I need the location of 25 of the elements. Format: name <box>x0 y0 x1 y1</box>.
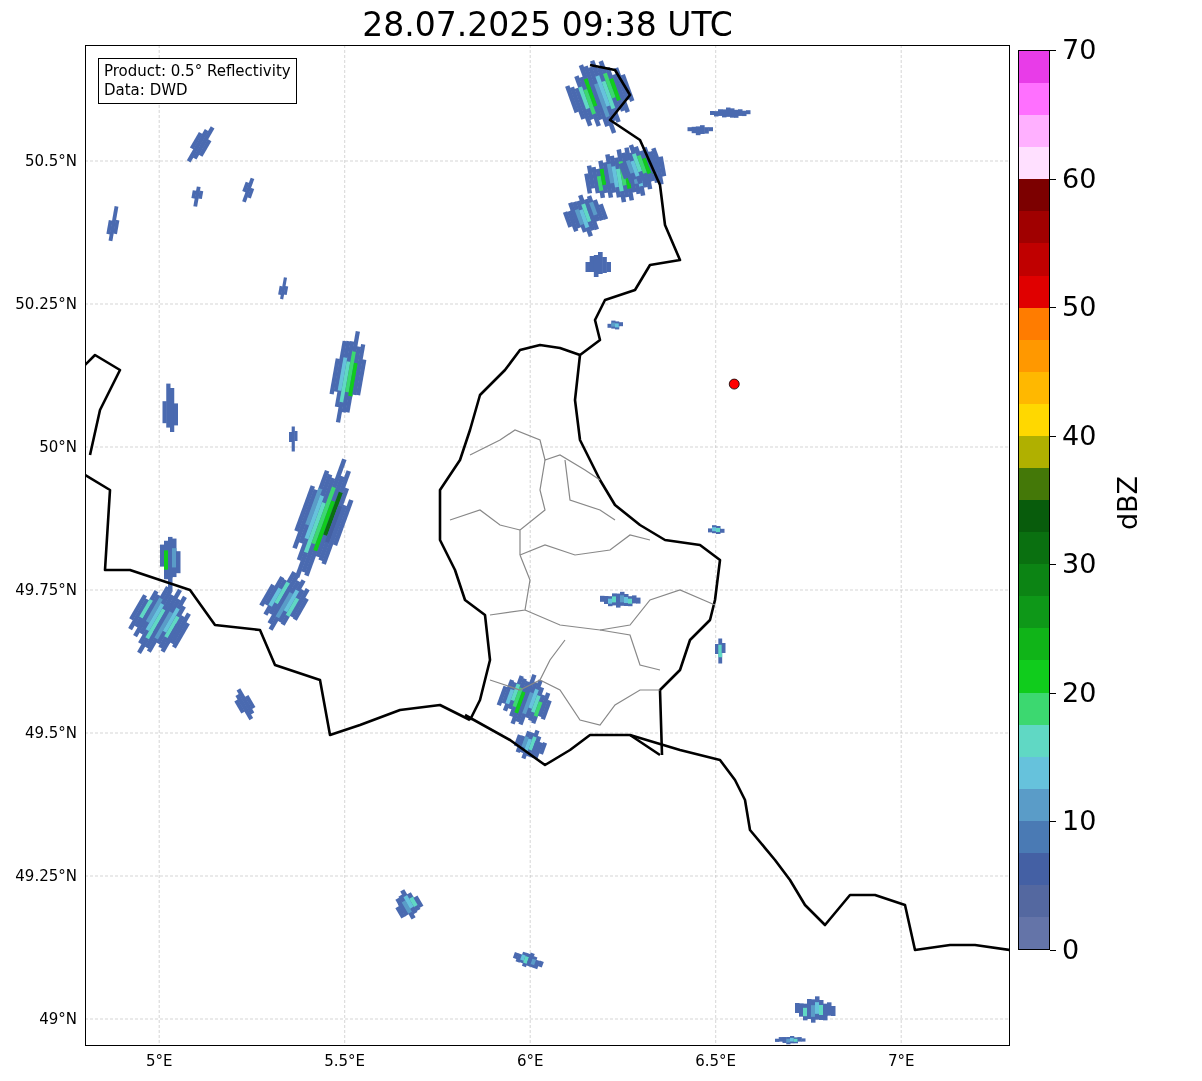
latitude-label: 50°N <box>39 438 77 456</box>
longitude-label: 6°E <box>516 1052 544 1070</box>
latitude-label: 49°N <box>39 1010 77 1028</box>
latitude-label: 49.5°N <box>24 724 77 742</box>
colorbar-tick-label: 60 <box>1062 163 1097 194</box>
info-text: Data: DWD <box>104 81 189 100</box>
longitude-label: 7°E <box>887 1052 915 1070</box>
longitude-label: 5°E <box>145 1052 173 1070</box>
colorbar-label: dBZ <box>1111 475 1143 531</box>
colorbar-tick-label: 70 <box>1062 35 1097 65</box>
location-marker <box>728 378 740 390</box>
colorbar-tick-label: 0 <box>1062 935 1080 965</box>
longitude-label: 5.5°E <box>324 1052 366 1070</box>
longitude-label: 6.5°E <box>695 1052 737 1070</box>
chart-title: 28.07.2025 09:38 UTC <box>361 5 734 45</box>
latitude-label: 49.75°N <box>15 581 77 599</box>
colorbar-tick-label: 20 <box>1062 677 1097 708</box>
colorbar-tick-label: 30 <box>1062 549 1097 580</box>
colorbar-tick-label: 10 <box>1062 806 1097 837</box>
latitude-label: 50.5°N <box>24 152 77 170</box>
latitude-label: 50.25°N <box>15 295 77 313</box>
info-text: Product: 0.5° Reflectivity <box>104 62 291 81</box>
colorbar-tick-label: 40 <box>1062 420 1097 451</box>
colorbar-tick-label: 50 <box>1062 292 1097 323</box>
latitude-label: 49.25°N <box>15 867 77 885</box>
